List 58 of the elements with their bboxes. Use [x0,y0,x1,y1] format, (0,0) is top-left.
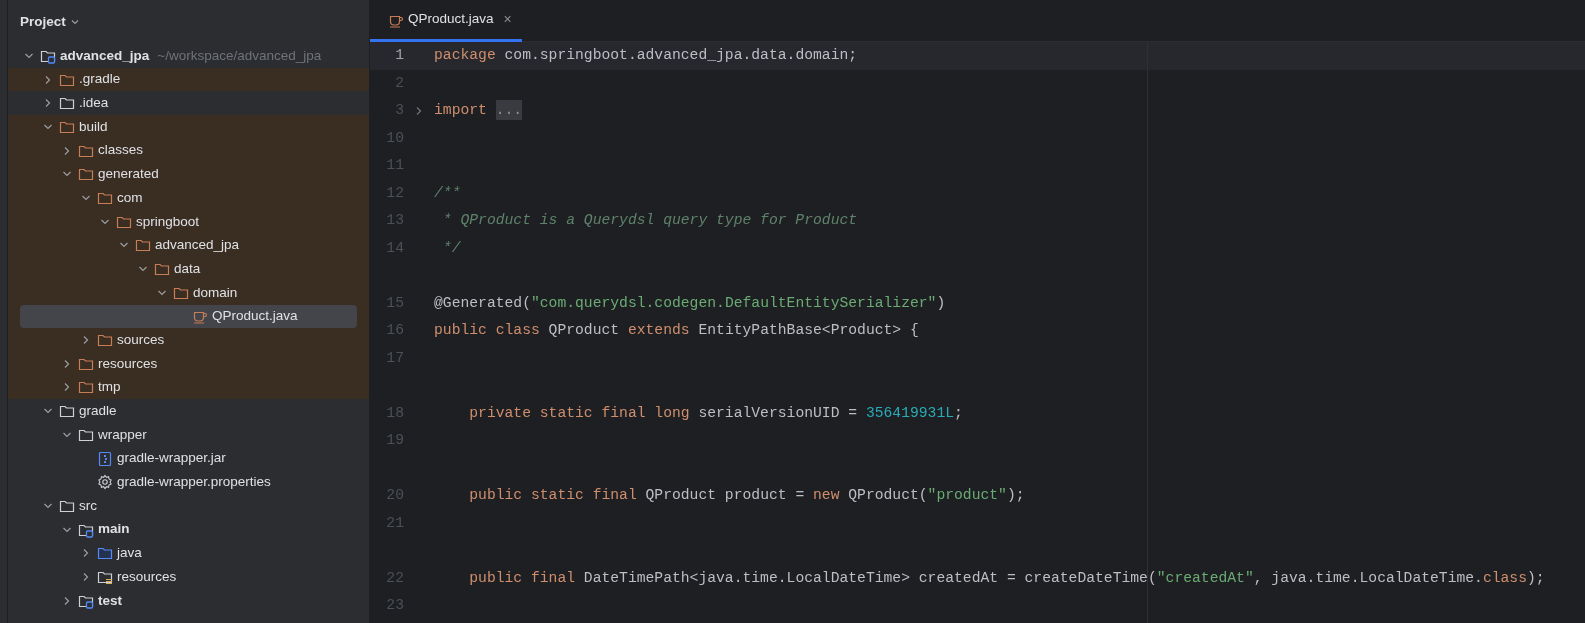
tree-item[interactable]: test [98,590,122,611]
tree-item[interactable]: classes [98,140,143,161]
fold-chevron-icon[interactable] [414,105,424,116]
tree-item[interactable]: java [117,543,142,564]
code-line: package com.springboot.advanced_jpa.data.domain; [434,46,858,65]
folder-icon [97,332,113,349]
tree-item[interactable]: generated [98,164,159,185]
code-line: private static final long serialVersionUID = 356419931L; [468,403,963,423]
chevron-right-icon[interactable] [62,145,72,156]
tree-item[interactable]: wrapper [98,424,147,445]
path-hint: ~/workspace/advanced_jpa [157,46,322,65]
tree-item[interactable]: sources [117,329,165,351]
tree-item[interactable]: resources [117,566,177,588]
tree-item[interactable]: data [174,258,201,280]
tree-item[interactable]: springboot [136,211,200,232]
tree-item[interactable]: tmp [98,377,121,398]
folder-icon [59,403,75,420]
code-line: public final DateTimePath<java.time.LocalDateTime> createdAt = createDateTime("createdAt", java.time.LocalDateTime.class); [468,568,1545,588]
tree-item[interactable]: gradle [79,401,117,422]
tree-item[interactable]: src [79,495,97,517]
code-line: public class QProduct extends EntityPathBase<Product> { [434,321,919,340]
gear-icon [97,474,113,491]
code-line: /** [434,183,461,203]
tree-item[interactable]: .gradle [79,69,121,90]
close-icon[interactable]: × [503,9,512,30]
line-number: 1 [394,46,404,65]
tree-item[interactable]: .idea [79,93,109,114]
tree-item[interactable]: advanced_jpa [155,235,240,256]
code-line: * QProduct is a Querydsl query type for Product [441,211,858,230]
code-line: @Generated("com.querydsl.codegen.DefaultEntitySerializer") [434,293,946,313]
tree-item[interactable]: com [117,187,143,209]
tree-item[interactable]: domain [193,282,238,303]
tree-item[interactable]: gradle-wrapper.properties [117,472,271,493]
chevron-right-icon[interactable] [43,74,53,85]
chevron-right-icon[interactable] [81,548,91,559]
chevron-down-icon [69,17,80,27]
chevron-right-icon[interactable] [62,382,72,393]
folder-icon [78,379,94,396]
chevron-right-icon[interactable] [81,335,91,346]
chevron-right-icon[interactable] [43,98,53,109]
source-folder-icon [97,545,113,562]
code-line: public static final QProduct product = new QProduct("product"); [468,486,1025,505]
panel-title[interactable]: Project [20,11,66,33]
tree-item[interactable]: gradle-wrapper.jar [117,448,226,469]
folder-icon [78,166,94,183]
folder-icon [59,95,75,112]
tree-item[interactable]: main [98,519,130,540]
chevron-right-icon[interactable] [62,358,72,369]
folder-icon [135,237,151,254]
tree-item[interactable]: build [79,116,108,138]
folder-icon [154,261,170,278]
code-line: import ... [434,99,523,122]
tree-item[interactable]: resources [98,353,158,374]
chevron-right-icon[interactable] [62,595,72,606]
archive-file-icon [97,450,113,467]
code-line: */ [441,238,461,258]
tree-item[interactable]: advanced_jpa [60,45,150,66]
chevron-right-icon[interactable] [81,571,91,582]
